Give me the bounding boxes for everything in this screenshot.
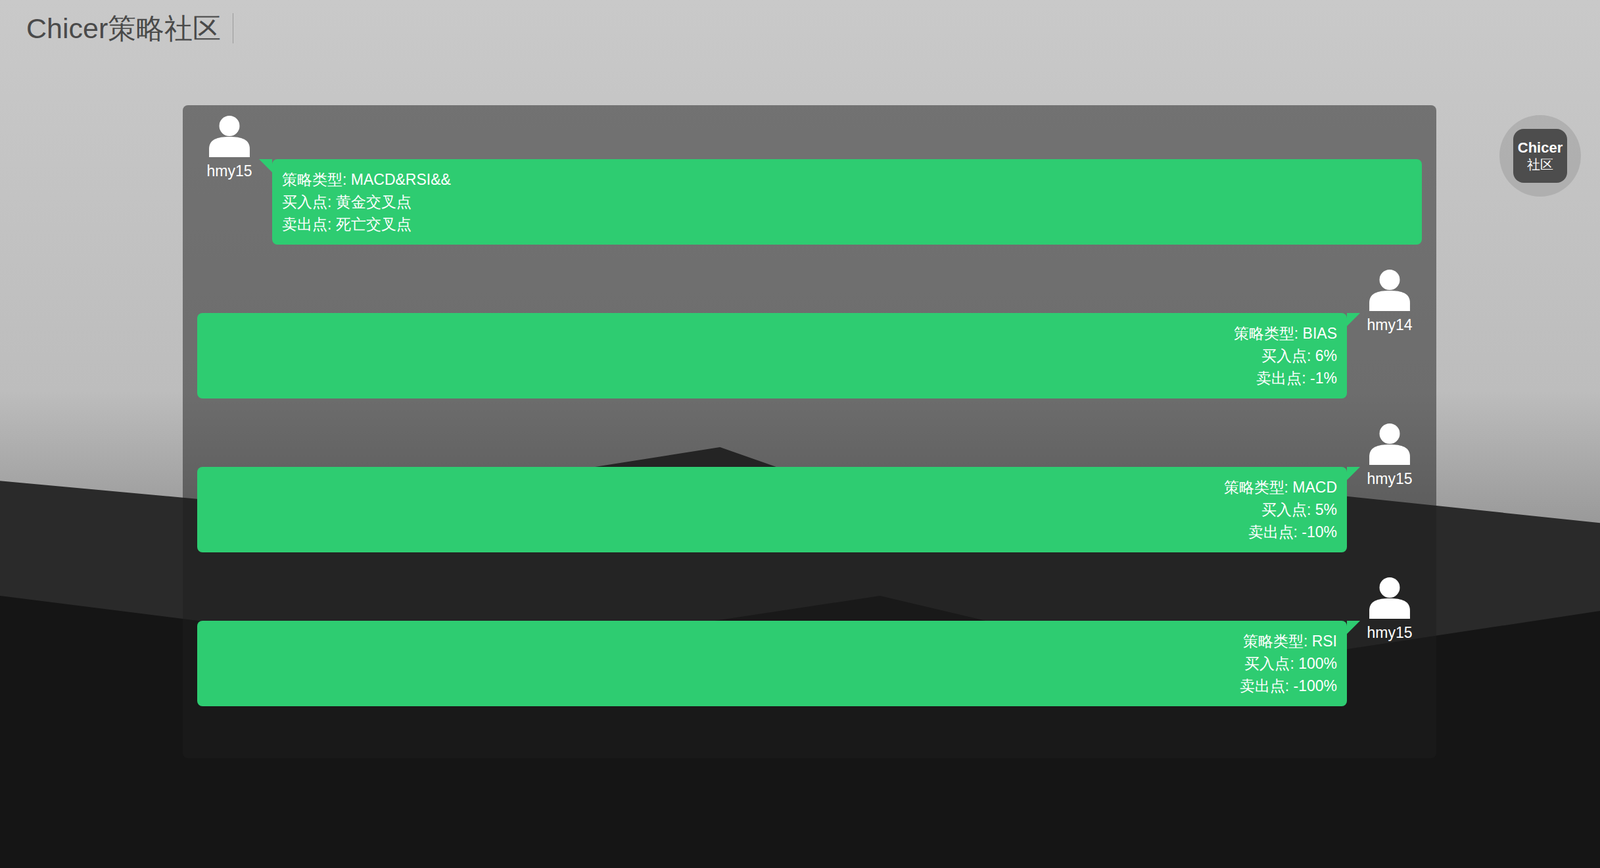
message-row: hmy15 策略类型: MACD买入点: 5%卖出点: -10% (182, 420, 1437, 553)
chat-panel: hmy15 策略类型: MACD&RSI&&买入点: 黄金交叉点卖出点: 死亡交叉… (182, 105, 1437, 758)
username[interactable]: hmy14 (1366, 316, 1412, 334)
message-line: 买入点: 6% (207, 344, 1338, 367)
message-bubble: 策略类型: RSI买入点: 100%卖出点: -100% (197, 620, 1347, 706)
message-line: 卖出点: -1% (207, 366, 1338, 390)
message-bubble: 策略类型: MACD&RSI&&买入点: 黄金交叉点卖出点: 死亡交叉点 (272, 159, 1422, 245)
message-line: 卖出点: 死亡交叉点 (282, 212, 1412, 236)
message-line: 策略类型: RSI (207, 629, 1338, 653)
message-row: hmy14 策略类型: BIAS买入点: 6%卖出点: -1% (182, 266, 1437, 399)
bubble-tail (1346, 312, 1361, 327)
message-line: 策略类型: MACD&RSI&& (282, 168, 1412, 191)
message-line: 策略类型: MACD (207, 475, 1338, 499)
message-line: 策略类型: BIAS (207, 322, 1338, 345)
message-row: hmy15 策略类型: RSI买入点: 100%卖出点: -100% (182, 573, 1437, 706)
user-avatar-icon[interactable] (1367, 573, 1412, 620)
header-divider (232, 13, 234, 44)
user-avatar-icon[interactable] (1367, 266, 1412, 313)
community-button-label: Chicer (1517, 139, 1563, 157)
message-line: 买入点: 100% (207, 652, 1338, 675)
site-title[interactable]: Chicer策略社区 (26, 13, 221, 44)
user-avatar-icon[interactable] (1367, 420, 1412, 467)
page: Chicer策略社区 hmy15 策略类型: MACD&RSI&&买入点: 黄金交叉… (0, 0, 1600, 868)
username[interactable]: hmy15 (206, 162, 252, 181)
user-avatar-icon[interactable] (207, 112, 252, 159)
message-row: hmy15 策略类型: MACD&RSI&&买入点: 黄金交叉点卖出点: 死亡交叉… (182, 112, 1437, 245)
message-author: hmy14 (1346, 266, 1437, 334)
message-bubble: 策略类型: BIAS买入点: 6%卖出点: -1% (197, 312, 1347, 399)
bubble-tail (1346, 466, 1361, 480)
message-bubble: 策略类型: MACD买入点: 5%卖出点: -10% (197, 466, 1347, 553)
bubble-tail (258, 159, 273, 173)
message-line: 买入点: 黄金交叉点 (282, 190, 1412, 213)
bubble-tail (1346, 620, 1361, 634)
username[interactable]: hmy15 (1366, 470, 1412, 488)
community-button[interactable]: Chicer社区 (1499, 115, 1581, 197)
community-button-label: 社区 (1527, 156, 1554, 173)
community-button-face: Chicer社区 (1513, 128, 1568, 183)
message-line: 买入点: 5% (207, 498, 1338, 521)
message-author: hmy15 (1346, 420, 1437, 488)
header: Chicer策略社区 (0, 0, 1600, 44)
username[interactable]: hmy15 (1366, 623, 1412, 642)
message-author: hmy15 (1346, 573, 1437, 642)
message-line: 卖出点: -10% (207, 520, 1338, 543)
message-line: 卖出点: -100% (207, 674, 1338, 697)
